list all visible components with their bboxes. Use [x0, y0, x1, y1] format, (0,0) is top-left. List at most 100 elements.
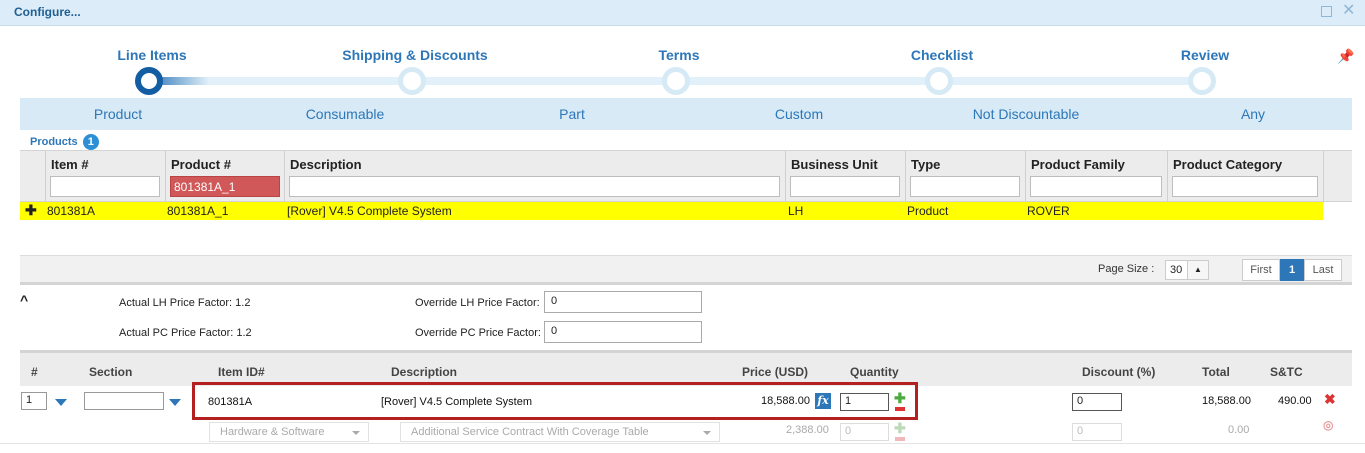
tab-any[interactable]: Any [1241, 106, 1265, 122]
step-dot-review[interactable] [1188, 67, 1216, 95]
filter-item-number[interactable] [50, 176, 160, 197]
tab-custom[interactable]: Custom [775, 106, 823, 122]
service-dropdown-icon [703, 431, 711, 435]
actual-lh-factor: Actual LH Price Factor: 1.2 [119, 297, 251, 309]
step-review[interactable]: Review [1181, 47, 1229, 63]
step-checklist[interactable]: Checklist [911, 47, 973, 63]
col-product-category: Product Category [1167, 151, 1323, 203]
section-select[interactable] [84, 392, 164, 410]
wizard-steps: Line Items Shipping & Discounts Terms Ch… [0, 26, 1365, 98]
filter-business-unit[interactable] [790, 176, 900, 197]
hide-service-icon[interactable]: ◎ [1323, 418, 1333, 432]
step-dot-line-items[interactable] [135, 67, 163, 95]
category-dropdown-icon [352, 431, 360, 435]
col-product-number-label[interactable]: Product # [171, 157, 231, 172]
service-discount-input[interactable]: 0 [1072, 423, 1122, 441]
category-select-value: Hardware & Software [220, 426, 325, 438]
override-lh-input[interactable]: 0 [544, 291, 702, 313]
col-item-number: Item # [45, 151, 165, 203]
pin-icon[interactable]: 📌 [1337, 48, 1354, 65]
filter-description[interactable] [289, 176, 780, 197]
col-type-label[interactable]: Type [911, 157, 940, 172]
service-total: 0.00 [1228, 424, 1250, 436]
col-description: Description [284, 151, 785, 203]
filter-type[interactable] [910, 176, 1020, 197]
service-quantity-increment-icon[interactable]: ✚ [894, 421, 906, 435]
col-product-number: Product # [165, 151, 284, 203]
products-header: Products 1 [30, 134, 99, 150]
override-pc-label: Override PC Price Factor: [415, 327, 541, 339]
step-dot-terms[interactable] [662, 67, 690, 95]
actual-pc-factor: Actual PC Price Factor: 1.2 [119, 327, 252, 339]
pager: Page Size : 30 ▲ First 1 Last [20, 255, 1352, 285]
cell-item-number: 801381A [47, 204, 96, 218]
step-dot-shipping-discounts[interactable] [398, 67, 426, 95]
service-quantity-decrement-icon[interactable] [895, 437, 905, 441]
service-contract-select[interactable]: Additional Service Contract With Coverag… [400, 422, 720, 442]
col-description-label[interactable]: Description [290, 157, 362, 172]
filter-product-category[interactable] [1172, 176, 1318, 197]
line-items-header: # Section Item ID# Description Price (US… [20, 350, 1352, 386]
col-business-unit-label[interactable]: Business Unit [791, 157, 878, 172]
tab-not-discountable[interactable]: Not Discountable [973, 106, 1080, 122]
col-item-number-label[interactable]: Item # [51, 157, 89, 172]
products-label: Products [30, 136, 78, 148]
col-li-description: Description [391, 365, 458, 379]
selected-line-highlight [192, 382, 918, 420]
col-stc: S&TC [1270, 365, 1303, 379]
service-quantity-input[interactable]: 0 [840, 423, 889, 441]
step-dot-checklist[interactable] [925, 67, 953, 95]
service-sub-row[interactable]: Hardware & Software Additional Service C… [0, 418, 1365, 444]
filter-product-family[interactable] [1030, 176, 1162, 197]
current-page-button[interactable]: 1 [1280, 259, 1304, 281]
tab-product[interactable]: Product [94, 106, 142, 122]
filter-product-number[interactable] [170, 176, 280, 197]
line-number-dropdown-icon[interactable] [55, 399, 67, 406]
add-product-icon[interactable]: ✚ [25, 202, 37, 219]
tab-consumable[interactable]: Consumable [306, 106, 385, 122]
title-bar: Configure... ✕ [0, 0, 1365, 26]
col-discount: Discount (%) [1082, 365, 1156, 379]
col-num: # [31, 365, 38, 379]
cell-product-number: 801381A_1 [167, 204, 229, 218]
col-price: Price (USD) [742, 365, 809, 379]
close-icon[interactable]: ✕ [1342, 1, 1355, 21]
col-section: Section [89, 365, 133, 379]
service-contract-value: Additional Service Contract With Coverag… [411, 426, 649, 438]
cell-description: [Rover] V4.5 Complete System [287, 204, 452, 218]
col-type: Type [905, 151, 1025, 203]
products-count-badge: 1 [82, 134, 99, 150]
col-business-unit: Business Unit [785, 151, 905, 203]
price-factors-panel: ^ Actual LH Price Factor: 1.2 Actual PC … [0, 288, 1365, 350]
category-select[interactable]: Hardware & Software [209, 422, 369, 442]
page-size-label: Page Size : [1098, 263, 1155, 275]
service-price: 2,388.00 [786, 424, 829, 436]
collapse-chevron-up-icon[interactable]: ^ [20, 292, 28, 308]
step-line-items[interactable]: Line Items [117, 47, 186, 63]
step-shipping-discounts[interactable]: Shipping & Discounts [342, 47, 487, 63]
override-pc-input[interactable]: 0 [544, 321, 702, 343]
step-terms[interactable]: Terms [659, 47, 700, 63]
tab-part[interactable]: Part [559, 106, 585, 122]
window-title: Configure... [14, 5, 81, 19]
col-total: Total [1202, 365, 1230, 379]
delete-line-icon[interactable]: ✖ [1324, 391, 1336, 408]
col-product-family-label[interactable]: Product Family [1031, 157, 1125, 172]
section-dropdown-icon[interactable] [169, 399, 181, 406]
col-item-id: Item ID# [218, 365, 265, 379]
category-tabs: Product Consumable Part Custom Not Disco… [20, 98, 1352, 130]
line-number-select[interactable]: 1 [21, 392, 47, 410]
cell-business-unit: LH [788, 204, 804, 218]
last-page-button[interactable]: Last [1304, 259, 1342, 281]
cell-product-family: ROVER [1027, 204, 1070, 218]
col-scroll-spacer [1323, 151, 1352, 203]
line-item-total: 18,588.00 [1202, 395, 1251, 407]
table-row[interactable]: ✚ 801381A 801381A_1 [Rover] V4.5 Complet… [20, 202, 1323, 220]
col-product-category-label[interactable]: Product Category [1173, 157, 1282, 172]
override-lh-label: Override LH Price Factor: [415, 297, 540, 309]
col-product-family: Product Family [1025, 151, 1167, 203]
first-page-button[interactable]: First [1242, 259, 1280, 281]
maximize-icon[interactable] [1321, 6, 1332, 17]
discount-input[interactable]: 0 [1072, 393, 1122, 411]
page-size-arrow-icon[interactable]: ▲ [1187, 260, 1209, 280]
